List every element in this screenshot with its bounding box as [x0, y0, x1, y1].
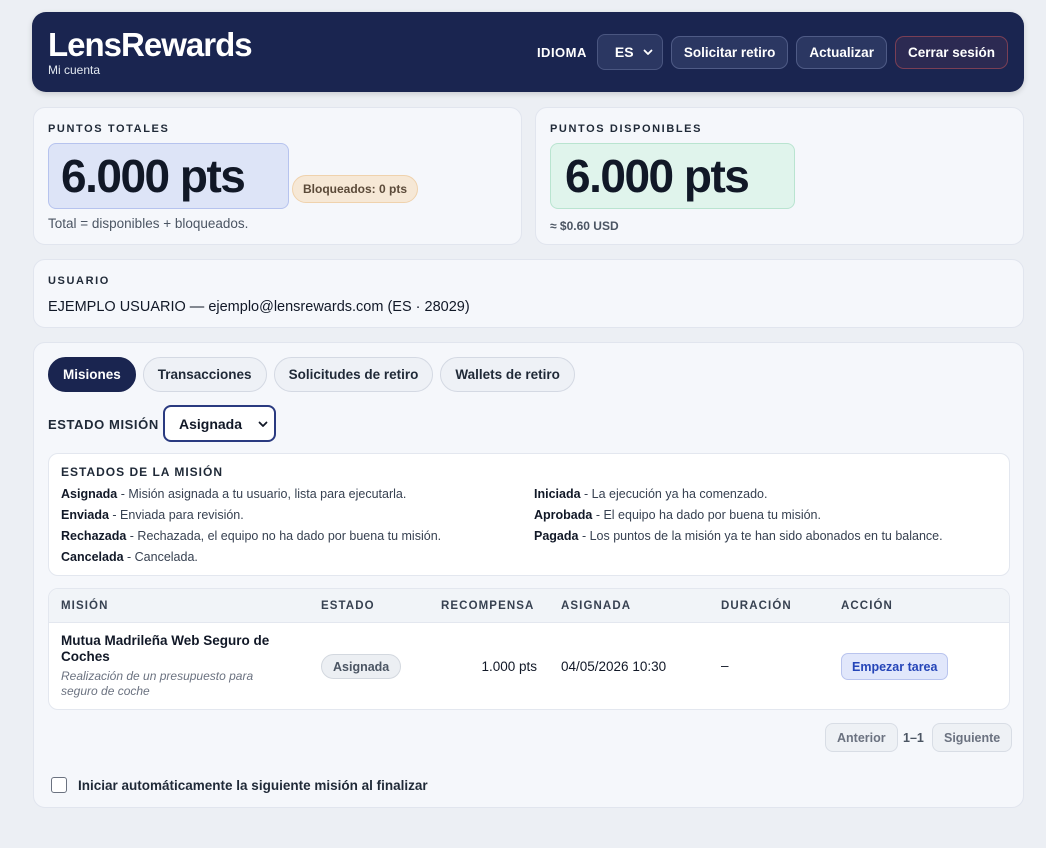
legend-term: Aprobada [534, 508, 593, 522]
mission-assigned-date: 04/05/2026 10:30 [561, 659, 667, 674]
mission-status-legend: ESTADOS DE LA MISIÓN Asignada - Misión a… [48, 453, 1010, 576]
column-header-reward: RECOMPENSA [441, 600, 535, 612]
mission-status-label: ESTADO MISIÓN [48, 417, 159, 432]
legend-item: Asignada - Misión asignada a tu usuario,… [61, 487, 406, 501]
column-header-duration: DURACIÓN [721, 600, 792, 612]
legend-desc: - Rechazada, el equipo no ha dado por bu… [126, 529, 442, 543]
mission-reward: 1.000 pts [481, 659, 537, 674]
mission-description: Realización de un presupuesto para segur… [61, 669, 254, 698]
available-points-label: PUNTOS DISPONIBLES [550, 123, 703, 135]
chevron-down-icon [643, 49, 653, 55]
mission-duration: – [721, 658, 729, 673]
available-usd: ≈ $0.60 USD [550, 219, 619, 233]
status-badge: Asignada [321, 654, 402, 679]
legend-title: ESTADOS DE LA MISIÓN [61, 465, 224, 479]
tab-missions[interactable]: Misiones [48, 357, 136, 392]
legend-item: Iniciada - La ejecución ya ha comenzado. [534, 487, 767, 501]
pagination-range: 1–1 [903, 731, 924, 745]
total-points-note: Total = disponibles + bloqueados. [48, 216, 249, 231]
legend-term: Iniciada [534, 487, 581, 501]
available-points-card: PUNTOS DISPONIBLES 6.000 pts ≈ $0.60 USD [535, 107, 1024, 245]
brand-subtitle: Mi cuenta [48, 62, 101, 77]
auto-start-checkbox[interactable] [51, 777, 67, 793]
auto-start-label[interactable]: Iniciar automáticamente la siguiente mis… [78, 778, 428, 793]
start-task-button[interactable]: Empezar tarea [841, 653, 949, 680]
app-header: LensRewards Mi cuenta IDIOMA ES Solicita… [32, 12, 1024, 92]
legend-desc: - Enviada para revisión. [108, 508, 244, 522]
mission-status-value: Asignada [179, 415, 243, 432]
tab-withdraw-requests[interactable]: Solicitudes de retiro [273, 357, 434, 392]
brand: LensRewards Mi cuenta [48, 25, 253, 77]
pagination-next-button[interactable]: Siguiente [932, 723, 1013, 752]
locked-points-badge: Bloqueados: 0 pts [292, 175, 419, 203]
logout-button[interactable]: Cerrar sesión [894, 35, 1008, 69]
user-info: EJEMPLO USUARIO — ejemplo@lensrewards.co… [48, 299, 470, 315]
missions-panel: Misiones Transacciones Solicitudes de re… [33, 342, 1024, 808]
brand-title: LensRewards [48, 25, 253, 63]
column-header-status: ESTADO [321, 600, 375, 612]
mission-status-select[interactable]: Asignada [163, 405, 276, 442]
column-header-action: ACCIÓN [841, 600, 893, 612]
tab-transactions[interactable]: Transacciones [142, 357, 267, 392]
column-header-mission: MISIÓN [61, 600, 109, 612]
legend-term: Pagada [534, 529, 579, 543]
legend-desc: - Cancelada. [123, 550, 198, 564]
legend-desc: - Misión asignada a tu usuario, lista pa… [117, 487, 407, 501]
column-header-assigned: ASIGNADA [561, 600, 632, 612]
legend-desc: - El equipo ha dado por buena tu misión. [592, 508, 821, 522]
table-row: Mutua Madrileña Web Seguro de Coches Rea… [49, 623, 1009, 709]
legend-term: Rechazada [61, 529, 127, 543]
legend-item: Enviada - Enviada para revisión. [61, 508, 244, 522]
mission-title: Mutua Madrileña Web Seguro de Coches [61, 633, 270, 664]
table-header: MISIÓN ESTADO RECOMPENSA ASIGNADA DURACI… [49, 589, 1009, 623]
pagination-prev-button[interactable]: Anterior [825, 723, 898, 752]
missions-table: MISIÓN ESTADO RECOMPENSA ASIGNADA DURACI… [48, 588, 1010, 710]
legend-desc: - Los puntos de la misión ya te han sido… [578, 529, 943, 543]
header-actions: IDIOMA ES Solicitar retiro Actualizar Ce… [537, 34, 1008, 70]
legend-term: Enviada [61, 508, 109, 522]
chevron-down-icon [258, 421, 268, 427]
user-label: USUARIO [48, 275, 110, 287]
tabs: Misiones Transacciones Solicitudes de re… [48, 357, 575, 392]
legend-item: Pagada - Los puntos de la misión ya te h… [534, 529, 943, 543]
available-points-value: 6.000 pts [550, 143, 795, 209]
refresh-button[interactable]: Actualizar [796, 35, 887, 69]
user-card: USUARIO EJEMPLO USUARIO — ejemplo@lensre… [33, 259, 1024, 328]
legend-term: Asignada [61, 487, 118, 501]
auto-start-option[interactable]: Iniciar automáticamente la siguiente mis… [51, 777, 428, 793]
total-points-card: PUNTOS TOTALES 6.000 pts Bloqueados: 0 p… [33, 107, 522, 245]
legend-desc: - La ejecución ya ha comenzado. [580, 487, 768, 501]
legend-item: Aprobada - El equipo ha dado por buena t… [534, 508, 821, 522]
legend-term: Cancelada [61, 550, 124, 564]
language-select[interactable]: ES [596, 34, 663, 70]
total-points-value: 6.000 pts [48, 143, 289, 209]
language-value: ES [614, 44, 634, 60]
tab-withdraw-wallets[interactable]: Wallets de retiro [440, 357, 575, 392]
legend-item: Rechazada - Rechazada, el equipo no ha d… [61, 529, 441, 543]
total-points-label: PUNTOS TOTALES [48, 123, 170, 135]
withdraw-button[interactable]: Solicitar retiro [670, 35, 789, 69]
legend-item: Cancelada - Cancelada. [61, 550, 198, 564]
language-label: IDIOMA [536, 44, 587, 60]
